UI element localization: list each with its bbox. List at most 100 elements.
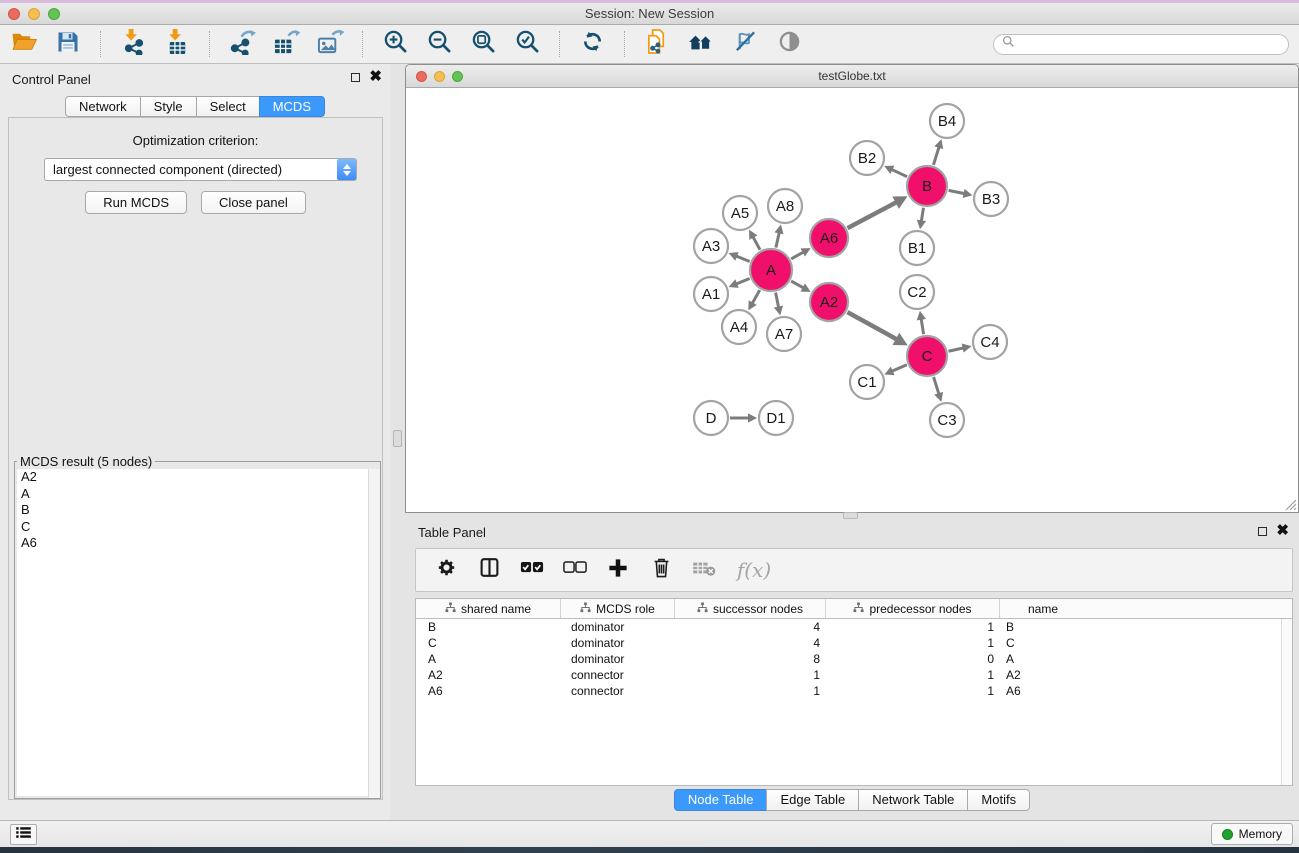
delete-table-button[interactable] — [691, 556, 717, 584]
edge-A2-C[interactable] — [847, 312, 907, 345]
delete-button[interactable] — [648, 556, 674, 584]
cell[interactable]: 1 — [826, 683, 1000, 699]
cell[interactable]: 1 — [675, 683, 826, 699]
edge-A-A1[interactable] — [729, 279, 750, 288]
node-D[interactable]: D — [694, 401, 728, 435]
node-A3[interactable]: A3 — [694, 229, 728, 263]
zoom-selected-button[interactable] — [507, 28, 547, 60]
column-header-successor-nodes[interactable]: successor nodes — [675, 599, 826, 618]
open-session-button[interactable] — [4, 28, 44, 60]
cell[interactable]: B — [1000, 619, 1086, 635]
edge-A-A7[interactable] — [774, 293, 783, 316]
node-A2[interactable]: A2 — [810, 283, 848, 321]
show-hide-button[interactable] — [725, 28, 765, 60]
deselect-all-button[interactable] — [562, 556, 588, 584]
cell[interactable]: 1 — [826, 635, 1000, 651]
cell[interactable]: A2 — [1000, 667, 1086, 683]
columns-button[interactable] — [476, 556, 502, 584]
edge-B-B2[interactable] — [884, 166, 907, 177]
run-mcds-button[interactable]: Run MCDS — [85, 191, 187, 214]
edge-C-C4[interactable] — [948, 344, 971, 353]
tab-network-table[interactable]: Network Table — [858, 789, 968, 811]
export-image-button[interactable] — [310, 28, 350, 60]
result-item-A6[interactable]: A6 — [17, 535, 378, 552]
result-item-C[interactable]: C — [17, 519, 378, 536]
column-header-predecessor-nodes[interactable]: predecessor nodes — [826, 599, 1000, 618]
edge-A-A8[interactable] — [774, 225, 783, 248]
edge-A-A5[interactable] — [749, 230, 760, 250]
table-scrollbar[interactable] — [1281, 619, 1292, 785]
node-C2[interactable]: C2 — [900, 275, 934, 309]
edge-C-C2[interactable] — [917, 311, 926, 334]
cell[interactable]: A6 — [1000, 683, 1086, 699]
table-row[interactable]: A6connector11A6 — [416, 683, 1292, 699]
edge-B-B1[interactable] — [917, 208, 926, 230]
node-A6[interactable]: A6 — [810, 219, 848, 257]
node-C3[interactable]: C3 — [930, 403, 964, 437]
node-A[interactable]: A — [750, 249, 792, 291]
column-header-name[interactable]: name — [1000, 599, 1086, 618]
edge-D-D1[interactable] — [730, 413, 757, 422]
cell[interactable]: A — [416, 651, 561, 667]
tab-edge-table[interactable]: Edge Table — [766, 789, 859, 811]
resize-grip-icon[interactable] — [1283, 497, 1297, 511]
export-network-button[interactable] — [222, 28, 262, 60]
cell[interactable]: C — [416, 635, 561, 651]
column-header-shared-name[interactable]: shared name — [416, 599, 561, 618]
node-A8[interactable]: A8 — [768, 189, 802, 223]
cell[interactable]: 1 — [826, 619, 1000, 635]
cell[interactable]: 4 — [675, 619, 826, 635]
close-panel-button[interactable]: Close panel — [201, 191, 306, 214]
panel-divider-grip[interactable] — [393, 430, 402, 447]
tab-network[interactable]: Network — [65, 96, 141, 117]
node-A4[interactable]: A4 — [722, 310, 756, 344]
tab-style[interactable]: Style — [140, 96, 197, 117]
edge-C-C3[interactable] — [934, 377, 944, 402]
cell[interactable]: 1 — [675, 667, 826, 683]
node-B3[interactable]: B3 — [974, 182, 1008, 216]
cell[interactable]: A — [1000, 651, 1086, 667]
node-B1[interactable]: B1 — [900, 231, 934, 265]
zoom-in-button[interactable] — [375, 28, 415, 60]
gear-button[interactable] — [433, 556, 459, 584]
edge-A-A2[interactable] — [791, 281, 810, 292]
cell[interactable]: dominator — [561, 651, 675, 667]
cell[interactable]: A6 — [416, 683, 561, 699]
node-C4[interactable]: C4 — [973, 325, 1007, 359]
result-item-A2[interactable]: A2 — [17, 469, 378, 486]
float-table-panel-icon[interactable] — [1258, 527, 1267, 536]
task-history-button[interactable] — [10, 824, 37, 845]
edge-B-B3[interactable] — [949, 189, 973, 198]
optimization-criterion-select[interactable]: largest connected component (directed) — [44, 158, 357, 181]
zoom-fit-button[interactable] — [463, 28, 503, 60]
result-item-A[interactable]: A — [17, 486, 378, 503]
close-table-panel-icon[interactable]: ✖ — [1276, 525, 1289, 537]
node-B2[interactable]: B2 — [850, 141, 884, 175]
search-input[interactable] — [1020, 37, 1280, 51]
refresh-button[interactable] — [572, 28, 612, 60]
node-A5[interactable]: A5 — [723, 196, 757, 230]
edge-A-A6[interactable] — [791, 248, 810, 259]
cell[interactable]: 8 — [675, 651, 826, 667]
node-A7[interactable]: A7 — [767, 317, 801, 351]
select-all-button[interactable] — [519, 556, 545, 584]
node-A1[interactable]: A1 — [694, 277, 728, 311]
tab-mcds[interactable]: MCDS — [259, 96, 325, 117]
edge-A-A4[interactable] — [748, 290, 759, 310]
tab-select[interactable]: Select — [196, 96, 260, 117]
column-header-MCDS-role[interactable]: MCDS role — [561, 599, 675, 618]
cell[interactable]: C — [1000, 635, 1086, 651]
edge-A6-B[interactable] — [848, 196, 908, 228]
zoom-out-button[interactable] — [419, 28, 459, 60]
cell[interactable]: 0 — [826, 651, 1000, 667]
cell[interactable]: dominator — [561, 635, 675, 651]
import-table-button[interactable] — [157, 28, 197, 60]
save-session-button[interactable] — [48, 28, 88, 60]
cell[interactable]: B — [416, 619, 561, 635]
network-canvas[interactable]: B4B2BB3A5A8A6B1A3AC2A1A2A4A7C4CC1DD1C3 — [406, 88, 1298, 512]
edge-A-A3[interactable] — [729, 252, 750, 261]
table-row[interactable]: Cdominator41C — [416, 635, 1292, 651]
node-C1[interactable]: C1 — [850, 365, 884, 399]
node-B[interactable]: B — [907, 166, 947, 206]
search-box[interactable] — [993, 34, 1289, 55]
